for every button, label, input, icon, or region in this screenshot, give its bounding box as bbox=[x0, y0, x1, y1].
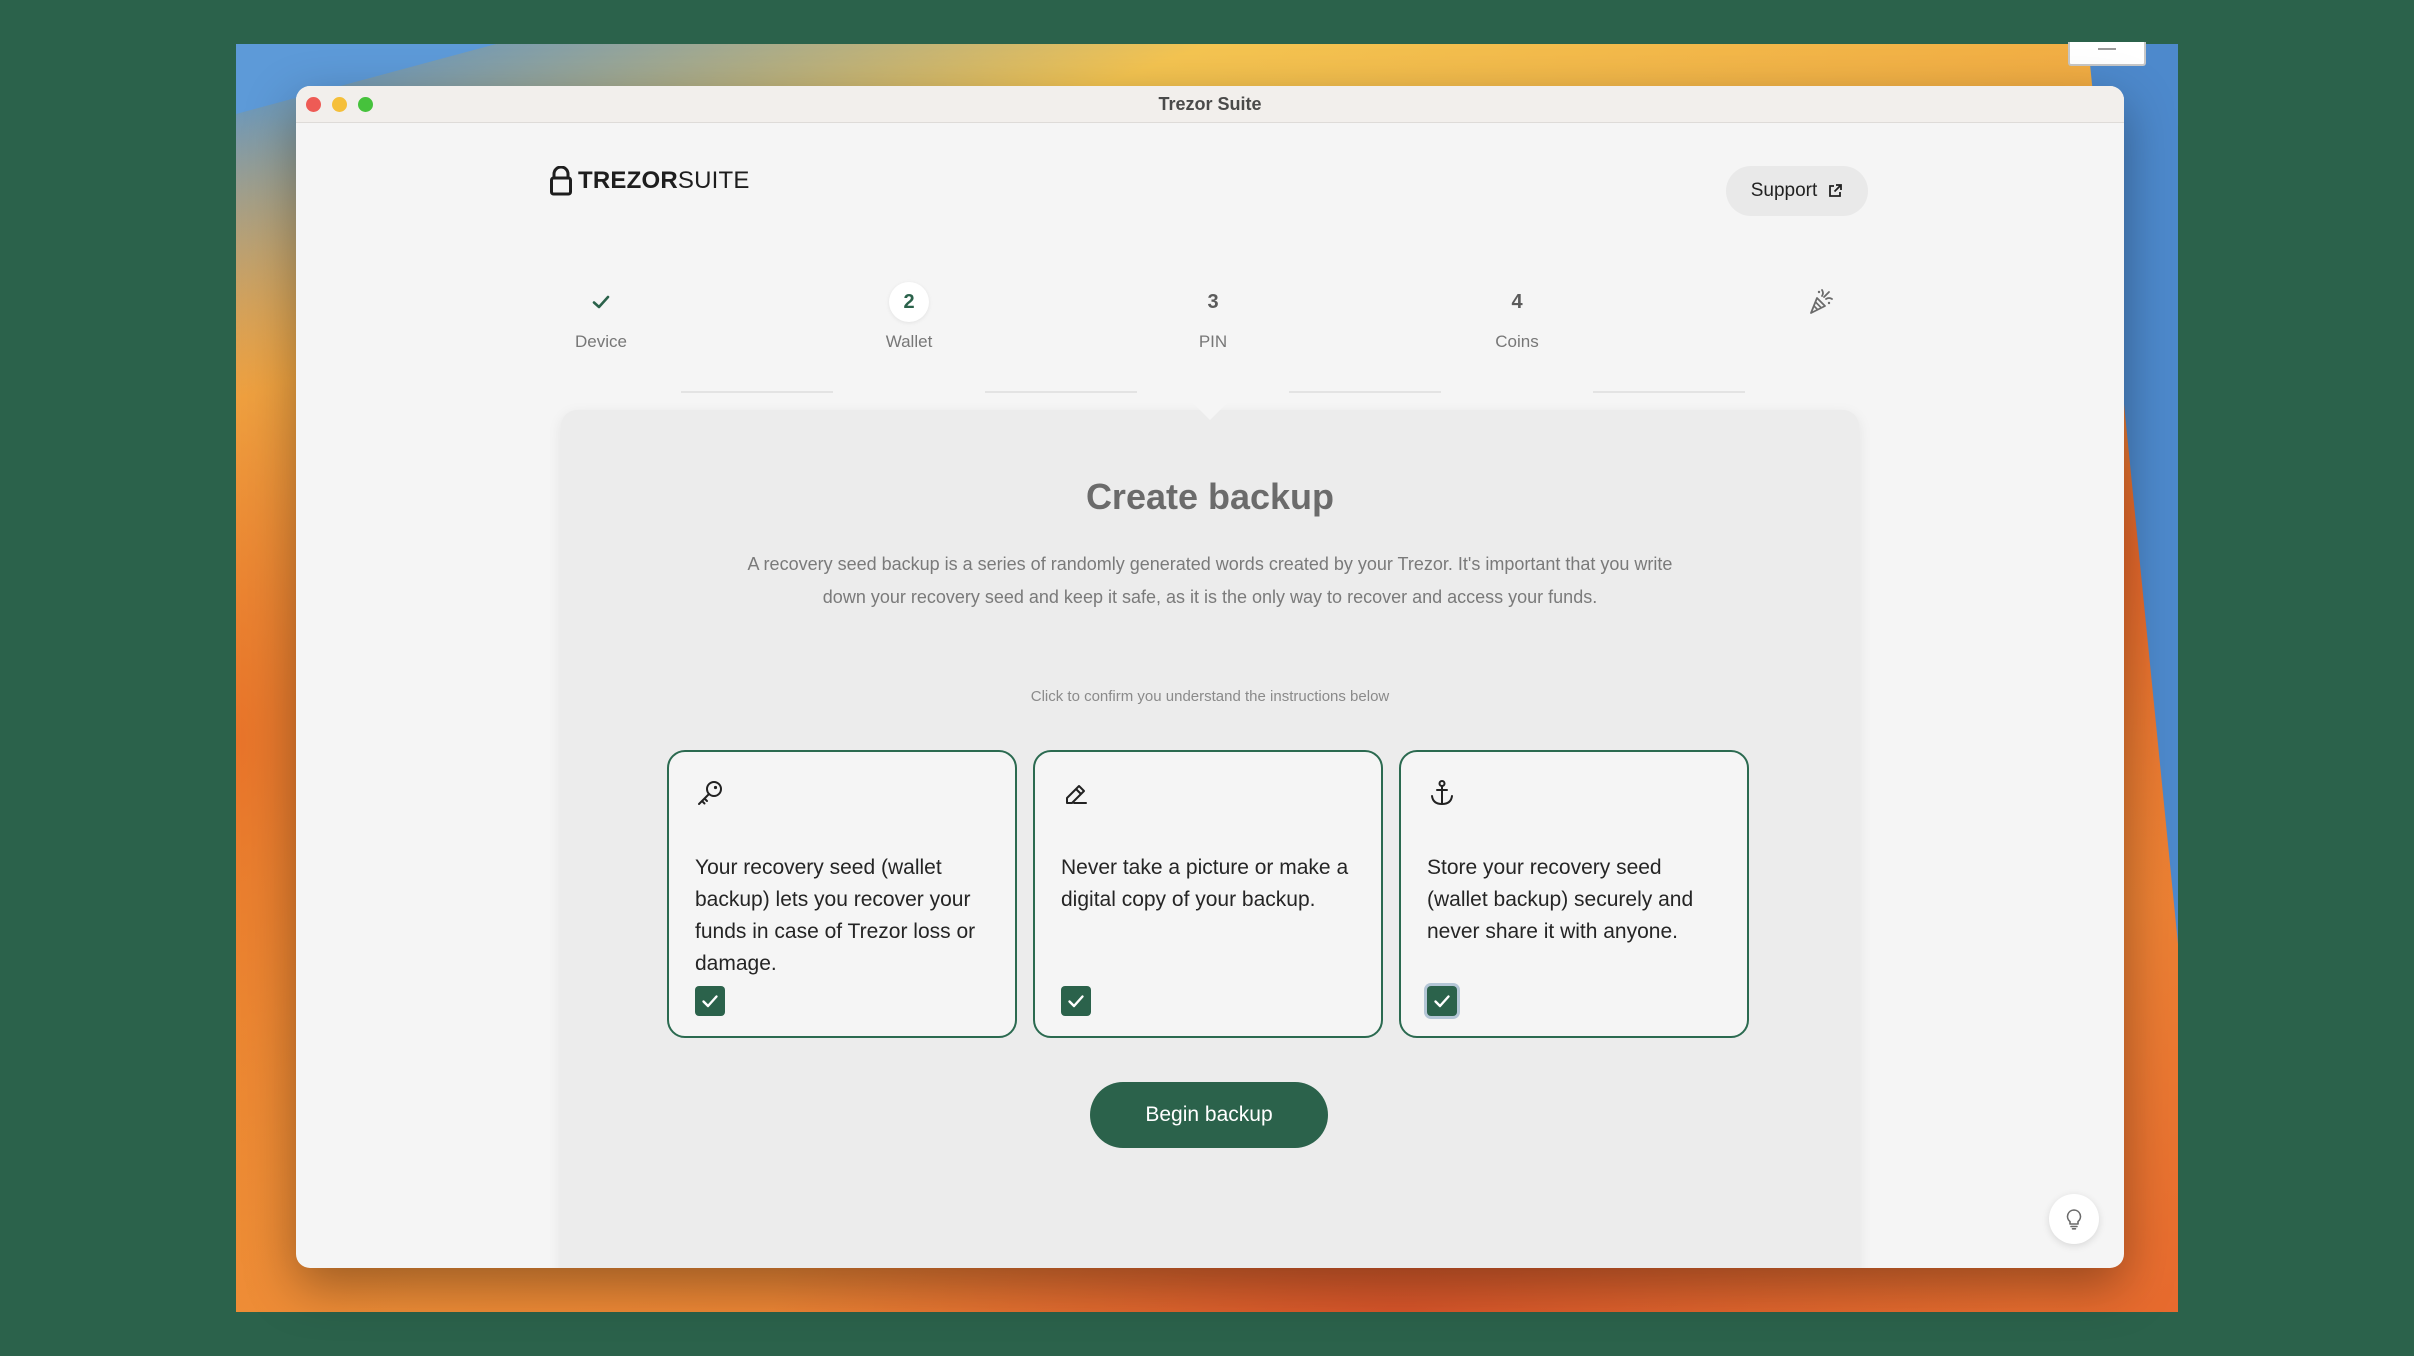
step-number: 4 bbox=[1511, 290, 1523, 313]
trezor-suite-logo: TREZORSUITE bbox=[550, 166, 750, 196]
lightbulb-icon bbox=[2066, 1209, 2082, 1230]
window-title: Trezor Suite bbox=[1158, 94, 1262, 114]
begin-backup-button[interactable]: Begin backup bbox=[1090, 1082, 1328, 1148]
step-connector bbox=[681, 391, 833, 393]
step-number: 2 bbox=[889, 282, 929, 322]
trezor-lock-icon bbox=[550, 166, 572, 196]
step-label: Coins bbox=[1495, 332, 1539, 351]
step-label: PIN bbox=[1198, 332, 1228, 351]
confirmation-tile-store-securely[interactable]: Store your recovery seed (wallet backup)… bbox=[1399, 750, 1749, 1038]
step-pin: 3 PIN bbox=[1153, 282, 1273, 352]
confirmation-tile-recover[interactable]: Your recovery seed (wallet backup) lets … bbox=[667, 750, 1017, 1038]
party-popper-icon bbox=[1810, 289, 1833, 314]
step-label: Device bbox=[575, 332, 627, 351]
checkmark-icon bbox=[1068, 995, 1084, 1008]
step-final bbox=[1761, 282, 1881, 332]
confirmation-text: Store your recovery seed (wallet backup)… bbox=[1427, 856, 1694, 943]
step-connector bbox=[1593, 391, 1745, 393]
pencil-icon bbox=[1066, 785, 1087, 804]
confirm-instructions-hint: Click to confirm you understand the inst… bbox=[1030, 688, 1390, 705]
checkmark-icon bbox=[1434, 995, 1450, 1008]
key-icon bbox=[698, 781, 722, 805]
support-label: Support bbox=[1750, 180, 1818, 201]
onboarding-stepper: Device 2 Wallet 3 PIN 4 Coins bbox=[296, 282, 2124, 393]
backup-description: A recovery seed backup is a series of ra… bbox=[747, 554, 1673, 607]
title-bar: Trezor Suite bbox=[296, 86, 2124, 123]
step-wallet: 2 Wallet bbox=[849, 282, 969, 352]
confirmation-text: Your recovery seed (wallet backup) lets … bbox=[695, 856, 976, 975]
step-label: Wallet bbox=[885, 332, 933, 351]
external-link-icon bbox=[1829, 184, 1843, 197]
confirmation-checkbox[interactable] bbox=[1061, 986, 1091, 1016]
confirmation-text: Never take a picture or make a digital c… bbox=[1061, 856, 1349, 911]
step-device: Device bbox=[541, 282, 661, 352]
step-device-indicator bbox=[581, 282, 621, 322]
checkmark-icon bbox=[702, 995, 718, 1008]
check-icon bbox=[592, 295, 610, 309]
step-coins: 4 Coins bbox=[1457, 282, 1577, 352]
confirmation-checkbox[interactable] bbox=[1427, 986, 1457, 1016]
confirmation-tile-no-digital-copy[interactable]: Never take a picture or make a digital c… bbox=[1033, 750, 1383, 1038]
logo-text-light: SUITE bbox=[677, 167, 750, 194]
anchor-icon bbox=[1431, 780, 1453, 806]
card-pointer bbox=[1186, 396, 1234, 420]
confirmation-checkbox[interactable] bbox=[695, 986, 725, 1016]
step-final-indicator bbox=[1801, 282, 1841, 322]
step-connector bbox=[1289, 391, 1441, 393]
app-window: Trezor Suite TREZORSUITE Support Device … bbox=[296, 86, 2124, 1268]
support-button[interactable]: Support bbox=[1726, 166, 1868, 216]
desktop-thumbnail[interactable] bbox=[2068, 42, 2146, 66]
tips-button[interactable] bbox=[2049, 1194, 2099, 1244]
logo-text-bold: TREZOR bbox=[578, 167, 678, 194]
page-title: Create backup bbox=[1085, 476, 1335, 517]
step-number: 3 bbox=[1207, 290, 1219, 313]
step-connector bbox=[985, 391, 1137, 393]
